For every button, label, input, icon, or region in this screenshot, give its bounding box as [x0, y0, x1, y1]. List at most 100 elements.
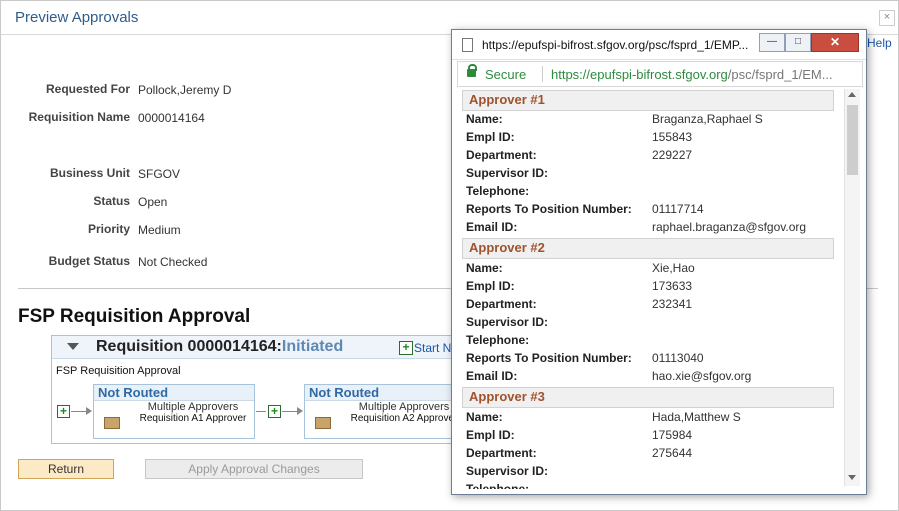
scroll-thumb[interactable] — [847, 105, 858, 175]
approver-list: Approver #1 Name: Braganza,Raphael S Emp… — [458, 89, 858, 489]
page-icon — [462, 38, 473, 52]
approver-header: Approver #1 — [462, 90, 834, 111]
name-label: Name: — [466, 261, 503, 275]
stage-status: Not Routed — [98, 385, 169, 400]
close-icon[interactable]: × — [879, 10, 895, 26]
scroll-up-arrow-icon[interactable] — [848, 92, 856, 97]
stage-approvers-link[interactable]: Multiple Approvers — [343, 401, 465, 413]
reports-to-label: Reports To Position Number: — [466, 202, 632, 216]
name-label: Name: — [466, 112, 503, 126]
reports-to-value: 01117714 — [652, 202, 704, 216]
requisition-name-value: 0000014164 — [138, 111, 205, 125]
empl-id-value: 173633 — [652, 279, 693, 293]
popup-titlebar: https://epufspi-bifrost.sfgov.org/psc/fs… — [452, 30, 866, 60]
apply-approval-changes-button[interactable]: Apply Approval Changes — [145, 459, 363, 479]
status-label: Status — [93, 194, 130, 208]
reports-to-label: Reports To Position Number: — [466, 351, 632, 365]
stage-approver-name: Requisition A1 Approver — [139, 413, 247, 424]
start-new-plus-icon[interactable]: + — [399, 341, 413, 355]
approver-header: Approver #3 — [462, 387, 834, 408]
approver-header-text: Approver #1 — [469, 92, 545, 107]
collapse-triangle-icon[interactable] — [67, 343, 79, 350]
empl-id-label: Empl ID: — [466, 279, 515, 293]
minimize-icon[interactable]: — — [759, 33, 785, 52]
empl-id-label: Empl ID: — [466, 130, 515, 144]
address-separator — [542, 66, 543, 82]
requested-for-label: Requested For — [45, 82, 130, 96]
budget-status-label: Budget Status — [48, 254, 130, 268]
telephone-label: Telephone: — [466, 482, 530, 489]
department-label: Department: — [466, 297, 537, 311]
flow-arrow-icon — [86, 407, 92, 415]
requisition-title-text: Requisition 0000014164: — [96, 338, 282, 355]
approver-header-text: Approver #3 — [469, 389, 545, 404]
email-id-value: raphael.braganza@sfgov.org — [652, 220, 807, 234]
business-unit-label: Business Unit — [49, 166, 130, 180]
empl-id-value: 175984 — [652, 428, 693, 442]
requisition-header: Requisition 0000014164:Initiated + Start… — [52, 336, 472, 359]
name-value: Braganza,Raphael S — [652, 112, 763, 126]
approver-header-text: Approver #2 — [469, 240, 545, 255]
requisition-title: Requisition 0000014164:Initiated — [96, 338, 343, 356]
name-label: Name: — [466, 410, 503, 424]
priority-label: Priority — [87, 222, 130, 236]
flow-connector — [282, 411, 298, 412]
supervisor-id-label: Supervisor ID: — [466, 315, 549, 329]
url-host: https://epufspi-bifrost.sfgov.org — [551, 67, 728, 82]
lock-icon — [467, 69, 476, 77]
stage-header: Not Routed — [305, 385, 465, 401]
address-bar[interactable]: Secure https://epufspi-bifrost.sfgov.org… — [457, 61, 863, 87]
email-id-label: Email ID: — [466, 369, 518, 383]
department-value: 275644 — [652, 446, 693, 460]
scroll-down-arrow-icon[interactable] — [848, 475, 856, 480]
empl-id-value: 155843 — [652, 130, 693, 144]
reports-to-value: 01113040 — [652, 351, 704, 365]
telephone-label: Telephone: — [466, 184, 530, 198]
stage-status: Not Routed — [309, 385, 380, 400]
supervisor-id-label: Supervisor ID: — [466, 464, 549, 478]
requisition-state: Initiated — [281, 338, 344, 355]
flow-connector — [256, 411, 266, 412]
maximize-icon[interactable]: □ — [785, 33, 811, 52]
popup-scrollbar[interactable] — [844, 89, 860, 486]
status-value: Open — [138, 195, 168, 209]
department-value: 232341 — [652, 297, 693, 311]
telephone-label: Telephone: — [466, 333, 530, 347]
budget-status-value: Not Checked — [138, 255, 208, 269]
requisition-name-label: Requisition Name — [28, 110, 130, 124]
address-url[interactable]: https://epufspi-bifrost.sfgov.org/psc/fs… — [551, 67, 861, 82]
stage-approvers-link[interactable]: Multiple Approvers — [132, 401, 254, 413]
approver-group-icon — [104, 417, 120, 429]
process-name: FSP Requisition Approval — [56, 365, 181, 377]
business-unit-value: SFGOV — [138, 167, 181, 181]
dialog-title: Preview Approvals — [15, 9, 139, 26]
requested-for-value: Pollock,Jeremy D — [138, 83, 232, 97]
flow-arrow-icon — [297, 407, 303, 415]
email-id-value: hao.xie@sfgov.org — [652, 369, 752, 383]
name-value: Xie,Hao — [652, 261, 695, 275]
department-label: Department: — [466, 148, 537, 162]
insert-approver-plus-icon[interactable]: + — [268, 405, 281, 418]
approver-header: Approver #2 — [462, 238, 834, 259]
insert-approver-plus-icon[interactable]: + — [57, 405, 70, 418]
supervisor-id-label: Supervisor ID: — [466, 166, 549, 180]
name-value: Hada,Matthew S — [652, 410, 741, 424]
department-label: Department: — [466, 446, 537, 460]
email-id-label: Email ID: — [466, 220, 518, 234]
requisition-approval-box: Requisition 0000014164:Initiated + Start… — [51, 335, 473, 444]
window-close-icon[interactable]: ✕ — [811, 33, 859, 52]
empl-id-label: Empl ID: — [466, 428, 515, 442]
priority-value: Medium — [138, 223, 181, 237]
approval-stage-1[interactable]: Not Routed Multiple Approvers Requisitio… — [93, 384, 255, 439]
flow-connector — [71, 411, 87, 412]
url-path: /psc/fsprd_1/EM... — [727, 67, 833, 82]
approver-details-popup: https://epufspi-bifrost.sfgov.org/psc/fs… — [451, 29, 867, 495]
popup-title: https://epufspi-bifrost.sfgov.org/psc/fs… — [482, 38, 749, 52]
approval-stage-2[interactable]: Not Routed Multiple Approvers Requisitio… — [304, 384, 466, 439]
help-link[interactable]: Help — [867, 36, 892, 50]
return-button[interactable]: Return — [18, 459, 114, 479]
stage-header: Not Routed — [94, 385, 254, 401]
department-value: 229227 — [652, 148, 693, 162]
approver-group-icon — [315, 417, 331, 429]
secure-label: Secure — [485, 67, 527, 82]
